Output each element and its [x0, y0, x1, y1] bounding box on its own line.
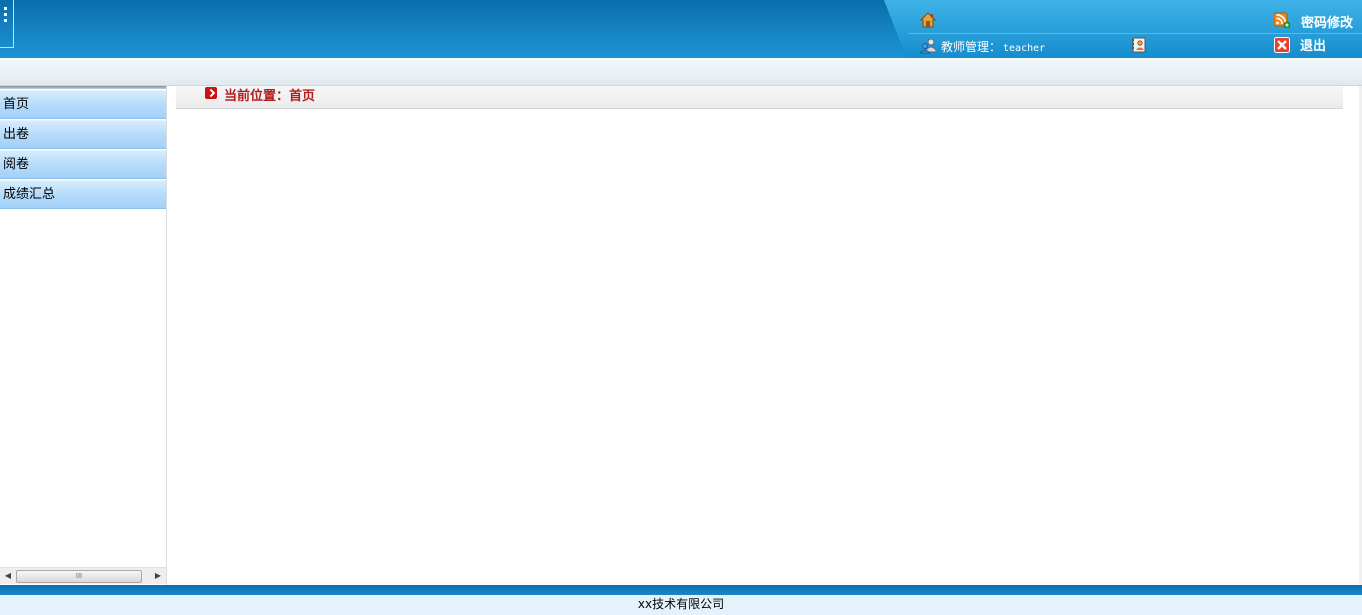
breadcrumb: 当前位置：首页: [176, 86, 1343, 109]
sidebar: 首页 出卷 阅卷 成绩汇总 ◀ III ▶: [0, 86, 167, 585]
scroll-left-arrow-icon[interactable]: ◀: [0, 568, 16, 585]
logo-dots: [4, 7, 7, 23]
sidebar-menu: 首页 出卷 阅卷 成绩汇总: [0, 90, 166, 210]
username: teacher: [1003, 43, 1046, 54]
footer: xx技术有限公司: [0, 595, 1362, 615]
sub-toolbar: [0, 58, 1362, 86]
sidebar-item-create-exam[interactable]: 出卷: [0, 120, 166, 149]
user-role-label: 教师管理：: [941, 40, 1002, 54]
header-panel: [884, 0, 1362, 66]
footer-copyright: xx技术有限公司: [637, 597, 725, 611]
change-password-link[interactable]: 密码修改: [1301, 12, 1353, 31]
scrollbar-thumb[interactable]: III: [16, 570, 142, 583]
sidebar-horizontal-scrollbar[interactable]: ◀ III ▶: [0, 567, 166, 584]
footer-bar: [0, 585, 1362, 595]
sidebar-item-score-summary[interactable]: 成绩汇总: [0, 180, 166, 209]
breadcrumb-text: 当前位置：首页: [224, 89, 316, 104]
close-icon[interactable]: [1274, 37, 1290, 53]
sidebar-item-home[interactable]: 首页: [0, 90, 166, 119]
logo: [0, 0, 14, 48]
logout-link[interactable]: 退出: [1300, 35, 1326, 54]
sidebar-divider: [0, 86, 166, 89]
user-icon: [918, 38, 937, 54]
arrow-right-icon: [205, 87, 217, 99]
rss-icon[interactable]: [1273, 12, 1291, 29]
sidebar-item-grade-exam[interactable]: 阅卷: [0, 150, 166, 179]
scroll-right-arrow-icon[interactable]: ▶: [150, 568, 166, 585]
home-icon[interactable]: [919, 12, 937, 28]
contacts-icon[interactable]: [1131, 37, 1147, 53]
user-label: 教师管理： teacher: [941, 38, 1045, 55]
